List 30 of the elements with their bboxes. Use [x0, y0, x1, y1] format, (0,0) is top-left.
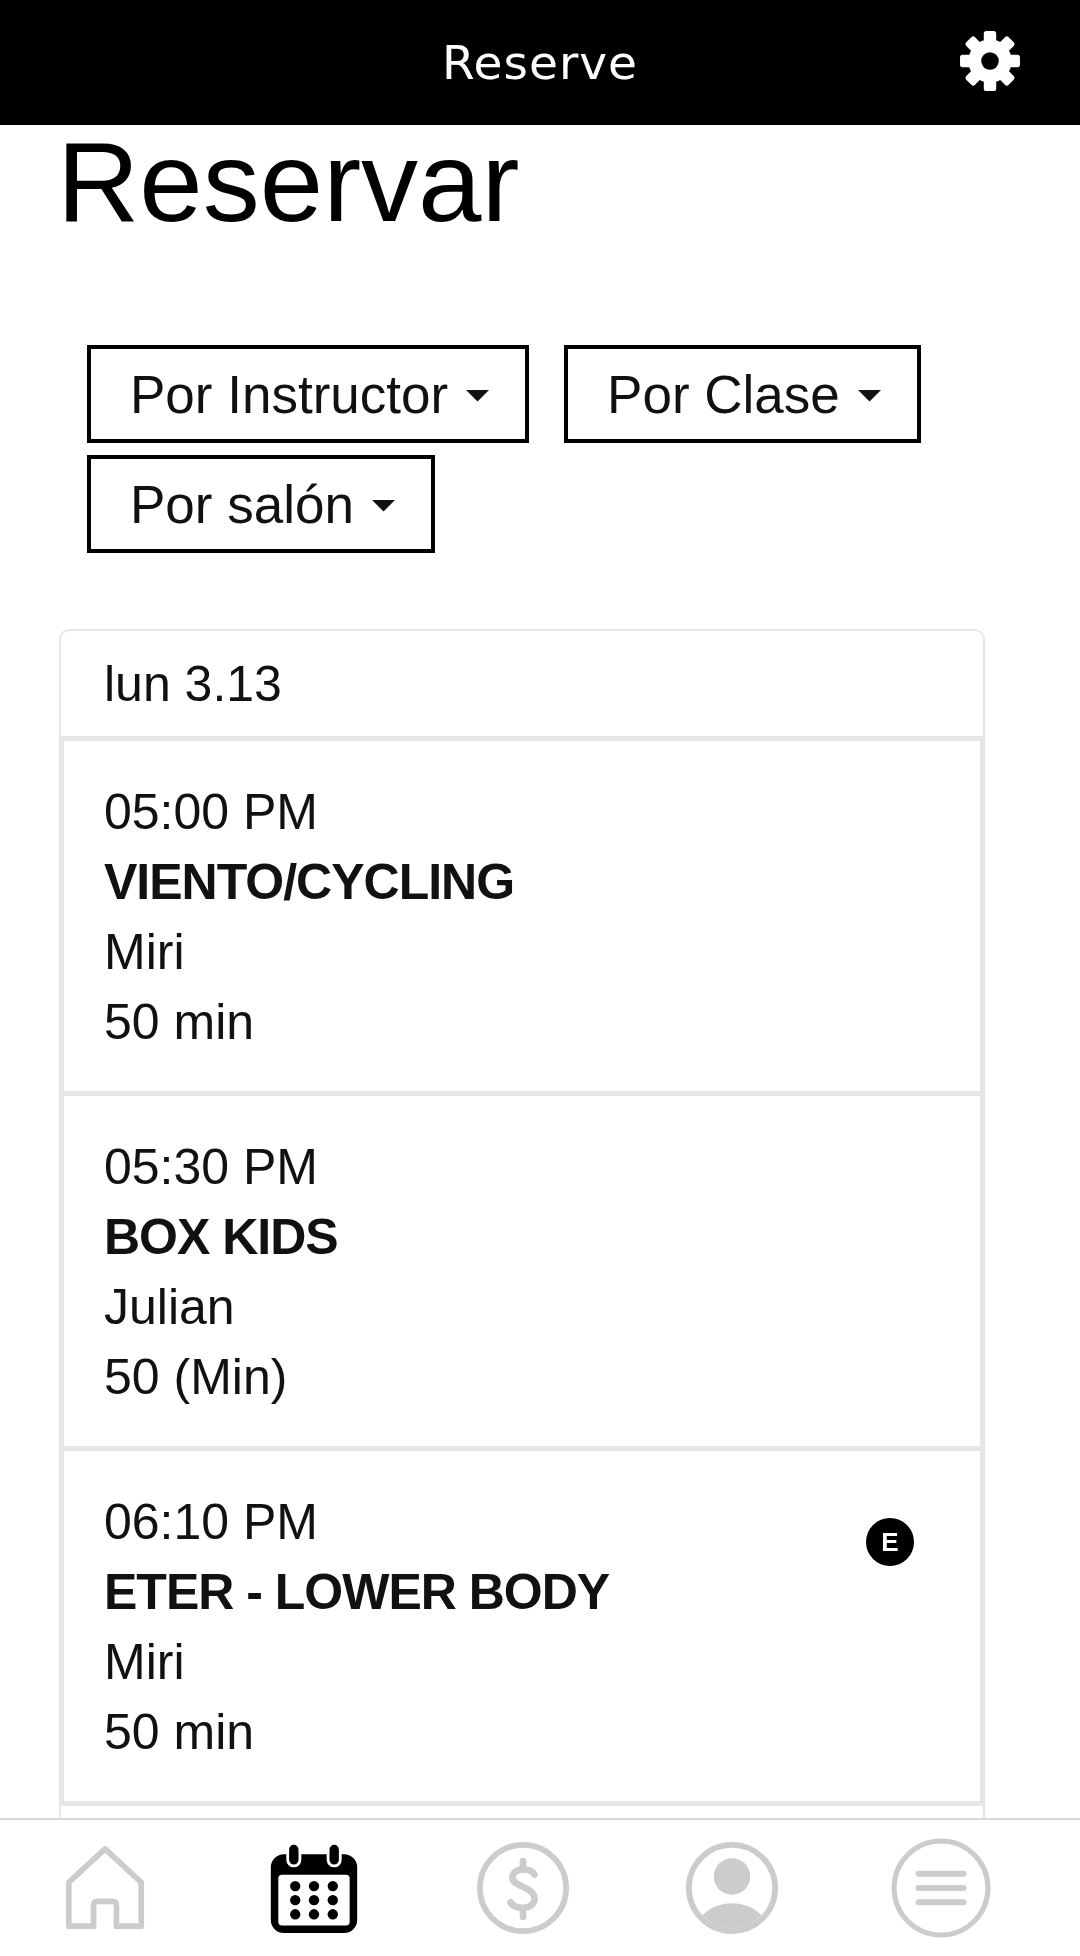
date-label: lun 3.13 — [104, 656, 282, 712]
class-card[interactable]: 05:30 PM BOX KIDS Julian 50 (Min) — [61, 1096, 983, 1451]
filter-dropdown[interactable]: Por salón — [87, 455, 435, 553]
class-time: 06:10 PM — [104, 1493, 318, 1552]
dollar-icon[interactable] — [476, 1842, 569, 1934]
class-name: BOX KIDS — [104, 1208, 339, 1267]
class-duration: 50 min — [104, 993, 256, 1052]
settings-icon[interactable] — [959, 29, 1021, 92]
screen-title: Reserve — [442, 33, 638, 92]
class-time: 05:30 PM — [104, 1138, 318, 1197]
instructor-name: Miri — [104, 1633, 186, 1692]
filter-dropdown[interactable]: Por Clase — [564, 345, 921, 443]
menu-icon[interactable] — [890, 1838, 991, 1938]
caret-icon — [466, 390, 490, 402]
class-card[interactable]: 05:00 PM VIENTO/CYCLING Miri 50 min — [61, 741, 983, 1096]
class-name: ETER - LOWER BODY — [104, 1563, 611, 1622]
class-card[interactable]: 06:10 PM E ETER - LOWER BODY Miri 50 min — [61, 1451, 983, 1806]
filter-dropdown[interactable]: Por Instructor — [87, 345, 530, 443]
class-name: VIENTO/CYCLING — [104, 853, 516, 912]
class-time: 05:00 PM — [104, 783, 318, 842]
caret-icon — [857, 390, 881, 402]
home-icon[interactable] — [63, 1845, 146, 1931]
letter-badge: E — [866, 1518, 914, 1566]
profile-icon[interactable] — [685, 1842, 778, 1934]
page-heading: Reservar — [56, 125, 521, 239]
instructor-name: Julian — [104, 1278, 236, 1337]
instructor-name: Miri — [104, 923, 186, 982]
caret-icon — [371, 500, 395, 512]
class-duration: 50 (Min) — [104, 1348, 289, 1407]
class-duration: 50 min — [104, 1703, 256, 1762]
